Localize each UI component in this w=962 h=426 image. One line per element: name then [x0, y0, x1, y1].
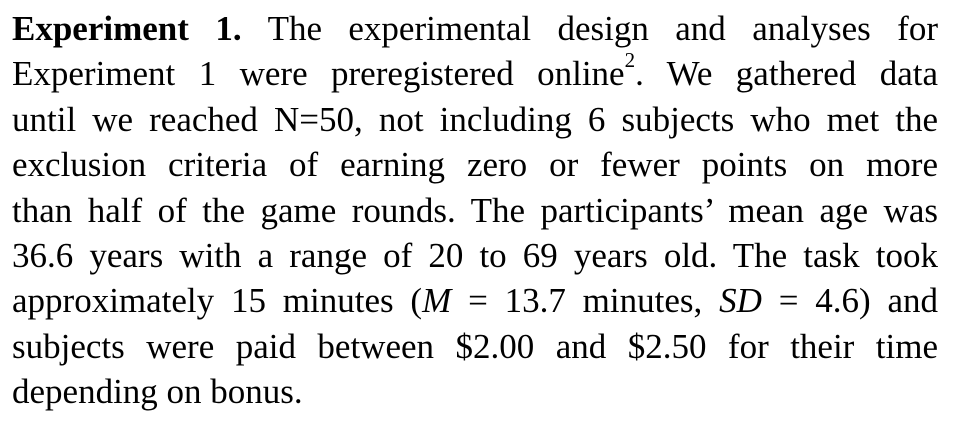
line-text: approximately 15 minutes ( [12, 281, 423, 321]
paragraph-line-8: subjects were paid between $2.00 and $2.… [12, 326, 938, 366]
footnote-marker: 2 [624, 48, 636, 73]
section-heading: Experiment 1. [12, 9, 242, 48]
paragraph-line-2: Experiment 1 were preregistered online2.… [12, 48, 938, 96]
paragraph-line-4: exclusion criteria of earning zero or fe… [12, 145, 938, 185]
line-text: . We gathered data [635, 54, 938, 94]
page: Experiment 1. The experimental design and… [0, 0, 962, 426]
paragraph-line-7: approximately 15 minutes (M = 13.7 minut… [12, 278, 938, 323]
paragraph-line-3: until we reached N=50, not including 6 s… [12, 99, 938, 139]
paragraph-line-9: depending on bonus. [12, 372, 303, 412]
paragraph-line-6: 36.6 years with a range of 20 to 69 year… [12, 236, 938, 276]
paragraph-line-1: Experiment 1. The experimental design and… [12, 6, 938, 51]
line-text: = 4.6) and [761, 281, 939, 321]
line-text: The experimental design and analyses for [267, 9, 938, 48]
experiment-1-paragraph: Experiment 1. The experimental design and… [12, 6, 938, 415]
math-variable-sd: SD [719, 281, 762, 321]
math-variable-m: M [422, 281, 452, 321]
paragraph-line-5: than half of the game rounds. The partic… [12, 190, 938, 230]
line-text: = 13.7 minutes, [451, 281, 720, 321]
line-text: Experiment 1 were preregistered online [12, 54, 625, 94]
